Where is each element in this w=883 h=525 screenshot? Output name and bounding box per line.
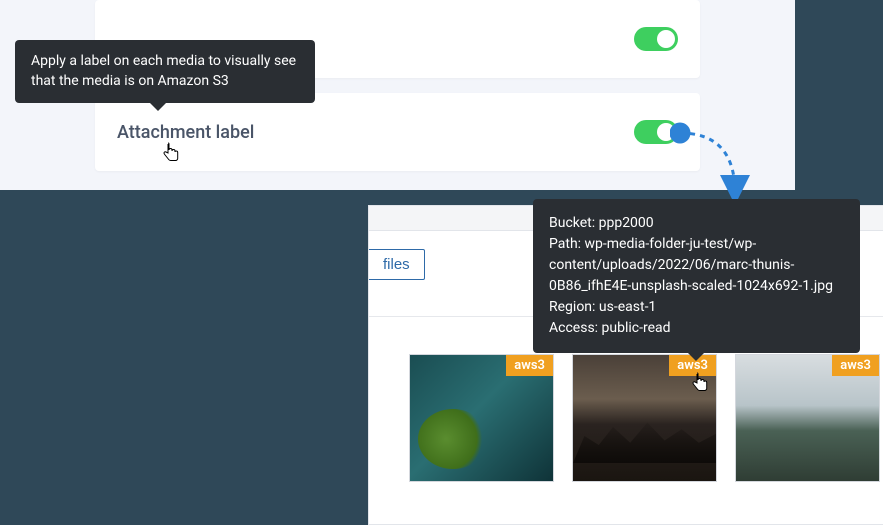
info-region-row: Region: us-east-1	[549, 297, 844, 318]
region-value: us-east-1	[599, 299, 656, 315]
info-bucket-row: Bucket: ppp2000	[549, 213, 844, 234]
aws3-badge: aws3	[506, 355, 553, 376]
path-label: Path:	[549, 236, 585, 252]
attachment-label-tooltip: Apply a label on each media to visually …	[15, 40, 315, 103]
access-label: Access:	[549, 320, 602, 336]
files-button[interactable]: files	[369, 249, 425, 280]
tooltip-text: Apply a label on each media to visually …	[31, 53, 296, 89]
bucket-label: Bucket:	[549, 215, 599, 231]
media-info-tooltip: Bucket: ppp2000 Path: wp-media-folder-ju…	[533, 199, 860, 353]
region-label: Region:	[549, 299, 599, 315]
aws3-badge: aws3	[832, 355, 879, 376]
media-thumbnail[interactable]: aws3	[735, 354, 880, 482]
info-access-row: Access: public-read	[549, 318, 844, 339]
info-path-row: Path: wp-media-folder-ju-test/wp-content…	[549, 234, 844, 297]
attachment-label-toggle[interactable]	[634, 120, 678, 144]
setting-row-attachment-label: Attachment label	[95, 93, 700, 171]
media-gallery: aws3 aws3 aws3	[409, 354, 880, 482]
attachment-label-text: Attachment label	[117, 122, 254, 143]
media-thumbnail[interactable]: aws3	[409, 354, 554, 482]
bucket-value: ppp2000	[599, 215, 654, 231]
toggle-switch[interactable]	[634, 27, 678, 51]
path-value: wp-media-folder-ju-test/wp-content/uploa…	[549, 236, 833, 294]
access-value: public-read	[602, 320, 671, 336]
media-thumbnail[interactable]: aws3	[572, 354, 717, 482]
